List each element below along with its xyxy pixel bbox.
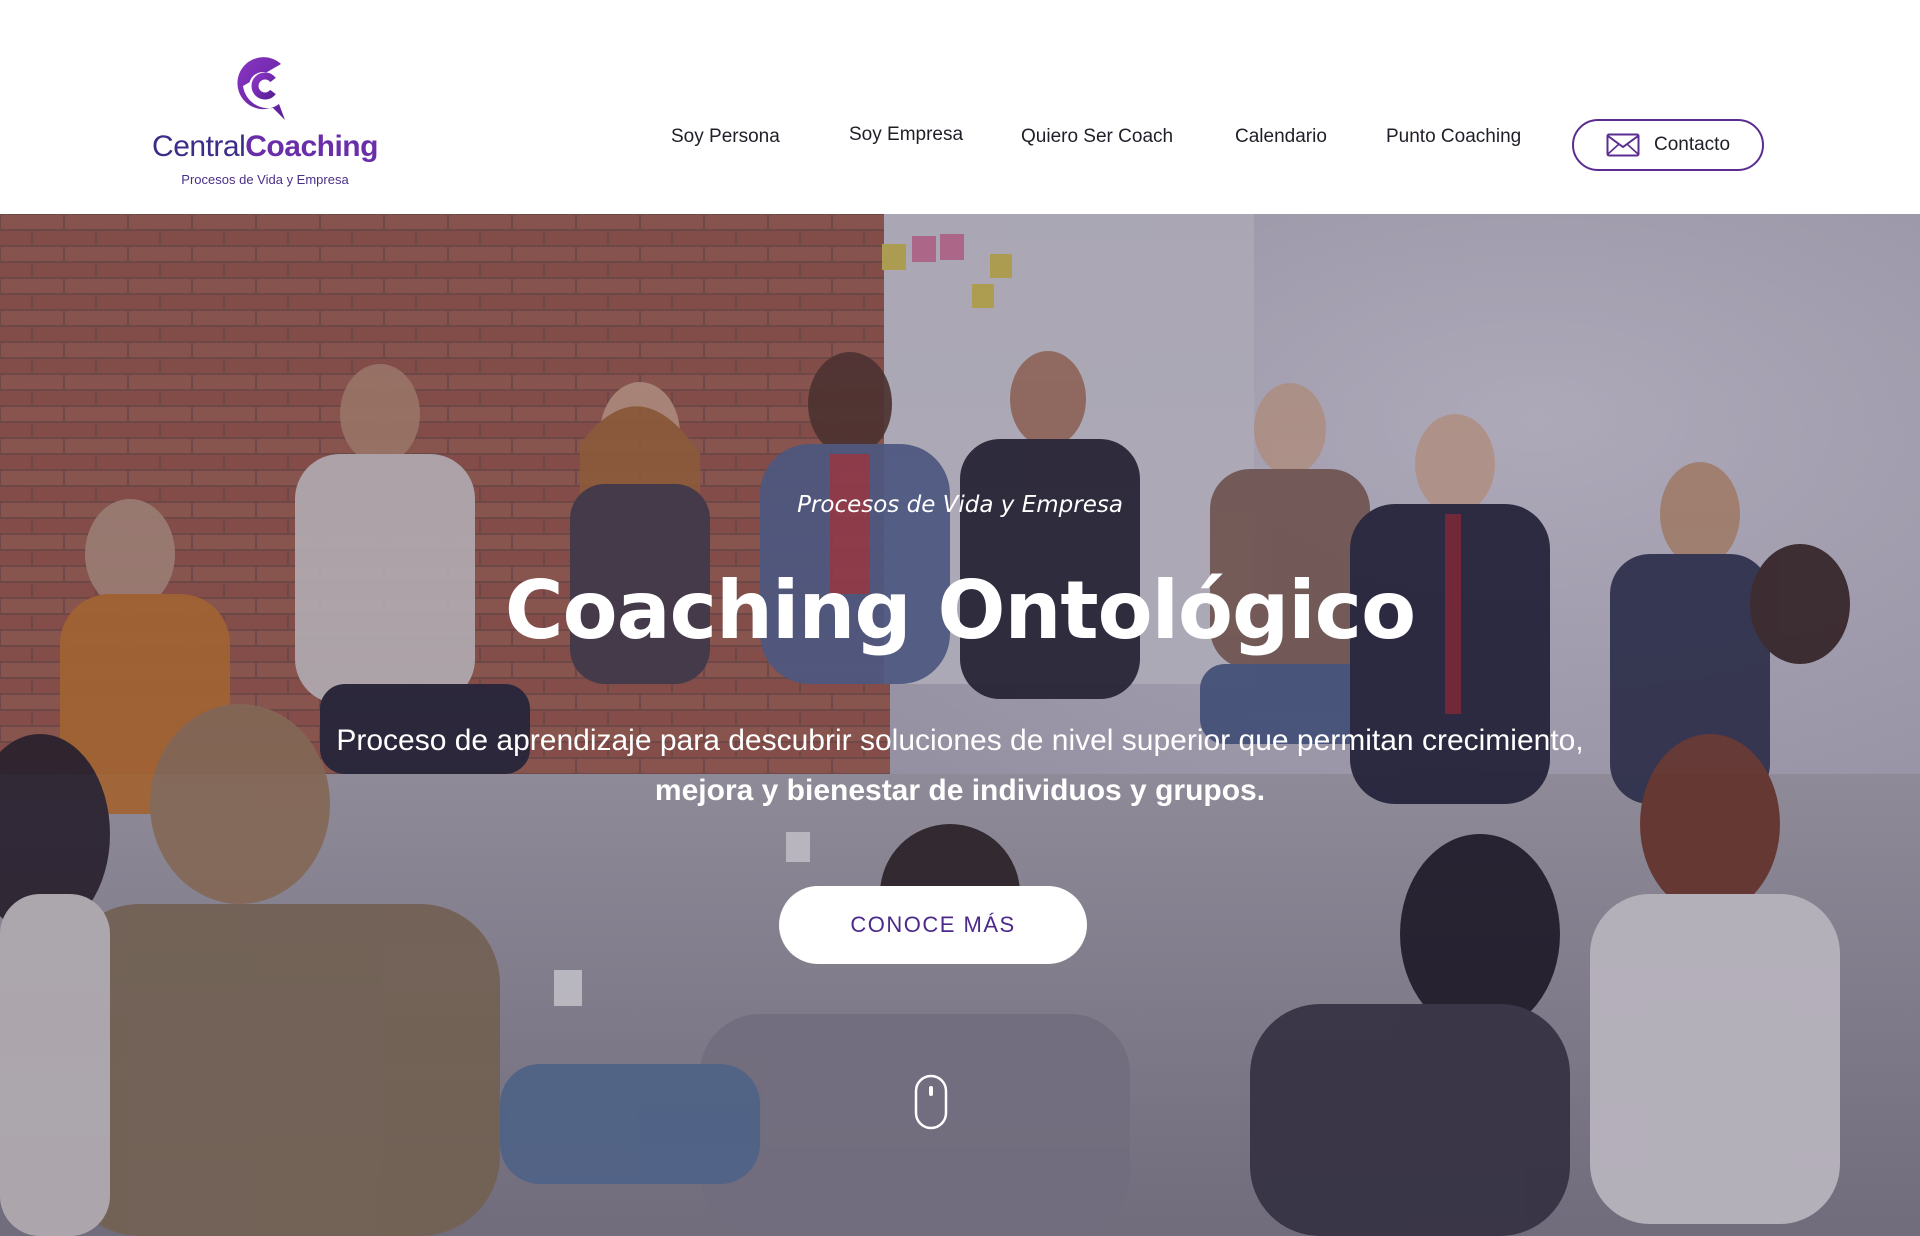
nav-soy-persona[interactable]: Soy Persona [671,126,780,148]
hero-title: Coaching Ontológico [504,564,1416,657]
nav-calendario[interactable]: Calendario [1235,126,1327,148]
nav-punto-coaching[interactable]: Punto Coaching [1386,126,1521,148]
logo-mark-icon [237,57,293,120]
hero-description: Proceso de aprendizaje para descubrir so… [0,716,1920,816]
nav-soy-empresa[interactable]: Soy Empresa [849,124,963,146]
nav-quiero-ser-coach[interactable]: Quiero Ser Coach [1021,126,1173,148]
contact-label: Contacto [1653,134,1731,155]
conoce-mas-button[interactable]: CONOCE MÁS [779,886,1087,964]
hero-section: Procesos de Vida y Empresa Coaching Onto… [0,214,1920,1236]
logo-word-coaching: Coaching [245,130,378,163]
hero-desc-line-1: Proceso de aprendizaje para descubrir so… [336,724,1584,757]
logo-word-central: Central [152,130,246,163]
hero-desc-line-2: mejora y bienestar de individuos y grupo… [654,774,1266,807]
logo[interactable]: CentralCoaching Procesos de Vida y Empre… [140,50,390,192]
envelope-icon [1606,133,1640,157]
logo-wordmark: CentralCoaching [140,130,390,164]
site-header: CentralCoaching Procesos de Vida y Empre… [0,0,1920,214]
hero-pretitle: Procesos de Vida y Empresa [797,492,1123,518]
contact-button[interactable]: Contacto [1572,119,1764,171]
mouse-scroll-icon[interactable] [914,1074,948,1130]
logo-tagline: Procesos de Vida y Empresa [181,172,349,187]
